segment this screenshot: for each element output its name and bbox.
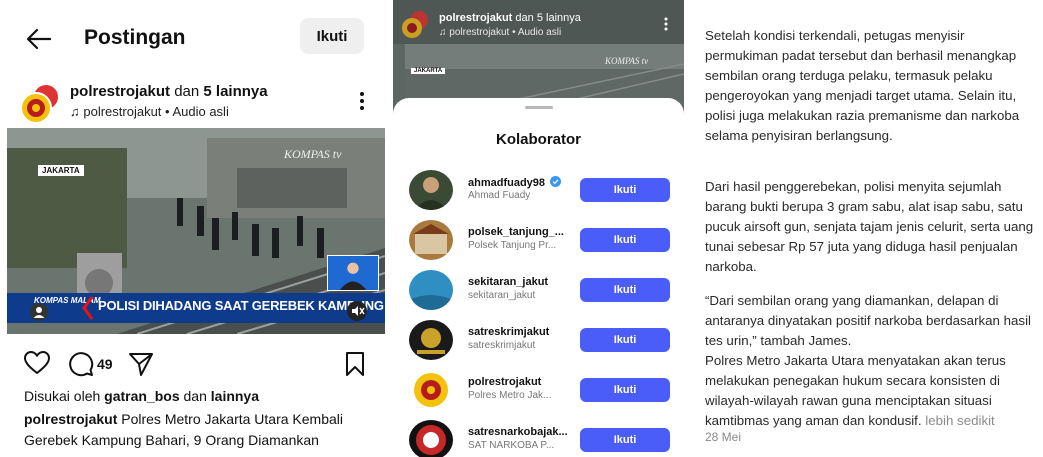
collaborator-name: Polsek Tanjung Pr... [468,240,557,251]
post-panel: Postingan Ikuti polrestrojakut dan 5 lai… [0,0,387,457]
post-date: 28 Mei [705,430,742,444]
avatar[interactable] [409,320,453,360]
dimmed-audio: ♫ polrestrojakut • Audio asli [439,27,561,38]
follow-button[interactable]: Ikuti [580,328,670,352]
list-item[interactable]: satreskrimjakut satreskrimjakut Ikuti [393,318,684,362]
collaborators-panel: polrestrojakut dan 5 lainnya ♫ polrestro… [393,0,684,457]
likes-joiner: dan [183,388,207,404]
author-username[interactable]: polrestrojakut [70,83,170,100]
audio-label[interactable]: ♫ polrestrojakut • Audio asli [70,104,229,119]
collaborator-name: Ahmad Fuady [468,190,531,201]
username-text: ahmadfuady98 [468,177,546,189]
follow-button[interactable]: Ikuti [580,428,670,452]
dimmed-audio-text: polrestrojakut • Audio asli [449,27,562,38]
likes-prefix: Disukai oleh [24,388,101,404]
follow-button[interactable]: Ikuti [580,178,670,202]
location-tag: JAKARTA [411,68,446,74]
likes-summary: Disukai oleh gatran_bos dan lainnya [24,388,259,404]
avatar[interactable] [409,370,453,410]
list-item[interactable]: polsek_tanjung_... Polsek Tanjung Pr... … [393,218,684,262]
dimmed-author: polrestrojakut dan 5 lainnya [439,12,581,24]
more-options-icon [664,17,668,31]
article-panel: Setelah kondisi terkendali, petugas meny… [690,0,1043,457]
caption-username[interactable]: polrestrojakut [24,411,117,427]
post-account-row: polrestrojakut dan 5 lainnya ♫ polrestro… [0,80,387,124]
avatar[interactable] [409,420,453,457]
collab-prefix: dan [174,83,200,100]
post-header: Postingan Ikuti [0,14,387,66]
avatar[interactable] [20,82,64,124]
music-note-icon: ♫ [70,104,80,119]
list-item[interactable]: polrestrojakut Polres Metro Jak... Ikuti [393,368,684,412]
avatar[interactable] [409,220,453,260]
article-paragraph: Dari hasil penggerebekan, polisi menyita… [705,179,1034,274]
more-options-icon[interactable] [356,90,368,112]
audio-text: polrestrojakut • Audio asli [83,104,229,119]
verified-badge-icon [550,176,562,187]
follow-button[interactable]: Ikuti [300,18,364,54]
show-less-link[interactable]: lebih sedikit [925,413,994,428]
comment-count: 49 [97,356,113,372]
post-caption: polrestrojakut Polres Metro Jakarta Utar… [24,409,376,451]
share-icon[interactable] [128,351,154,377]
collaborator-name: SAT NARKOBA P... [468,440,555,451]
list-item[interactable]: ahmadfuady98 Ahmad Fuady Ikuti [393,168,684,212]
collaborator-username: satreskrimjakut [468,326,550,338]
collaborator-username: polrestrojakut [468,376,542,388]
avatar [402,11,428,38]
collaborator-username: sekitaran_jakut [468,276,549,288]
collaborator-name: satreskrimjakut [468,340,536,351]
page-title: Postingan [84,26,186,49]
collaborator-name: Polres Metro Jak... [468,390,552,401]
follow-button[interactable]: Ikuti [580,278,670,302]
collab-count-link[interactable]: 5 lainnya [203,83,267,100]
back-arrow-icon[interactable] [26,26,52,52]
sheet-drag-handle[interactable] [525,106,553,109]
ticker-headline: POLISI DIHADANG SAAT GEREBEK KAMPUNG BAH… [98,298,387,313]
dimmed-username: polrestrojakut [439,12,513,24]
dimmed-suffix: dan 5 lainnya [515,12,581,24]
broadcast-watermark: KOMPAS tv [284,147,342,161]
list-item[interactable]: sekitaran_jakut sekitaran_jakut Ikuti [393,268,684,312]
collaborator-username: polsek_tanjung_... [468,226,564,238]
collaborators-sheet: Kolaborator ahmadfuady98 Ahmad Fuady Iku… [393,98,684,457]
liked-by-user[interactable]: gatran_bos [104,388,179,404]
sheet-title: Kolaborator [495,131,581,148]
location-tag: JAKARTA [38,165,84,176]
bookmark-icon[interactable] [345,351,365,377]
comment-icon[interactable] [68,351,94,377]
broadcast-watermark: KOMPAS tv [605,56,649,66]
ticker-chevron-icon [82,296,94,320]
follow-button[interactable]: Ikuti [580,378,670,402]
avatar[interactable] [409,270,453,310]
article-paragraph-last: Polres Metro Jakarta Utara menyatakan ak… [705,351,1041,431]
sign-language-inset [327,255,379,291]
music-note-icon: ♫ [439,27,447,38]
person-icon[interactable] [30,303,48,321]
collaborator-name: sekitaran_jakut [468,290,536,301]
follow-button[interactable]: Ikuti [580,228,670,252]
collaborator-username: satresnarkobajak... [468,426,568,438]
list-item[interactable]: satresnarkobajak... SAT NARKOBA P... Iku… [393,418,684,457]
article-paragraph: “Dari sembilan orang yang diamankan, del… [705,293,1031,348]
dimmed-post-header: polrestrojakut dan 5 lainnya ♫ polrestro… [393,0,684,44]
post-author[interactable]: polrestrojakut dan 5 lainnya [70,83,268,100]
avatar[interactable] [409,170,453,210]
liked-by-others[interactable]: lainnya [211,388,259,404]
dimmed-video [405,44,684,104]
article-paragraph: Setelah kondisi terkendali, petugas meny… [705,28,1020,143]
heart-icon[interactable] [24,351,50,375]
post-actions: 49 [0,348,387,380]
mute-icon[interactable] [347,301,367,321]
collaborator-username: ahmadfuady98 [468,176,562,189]
